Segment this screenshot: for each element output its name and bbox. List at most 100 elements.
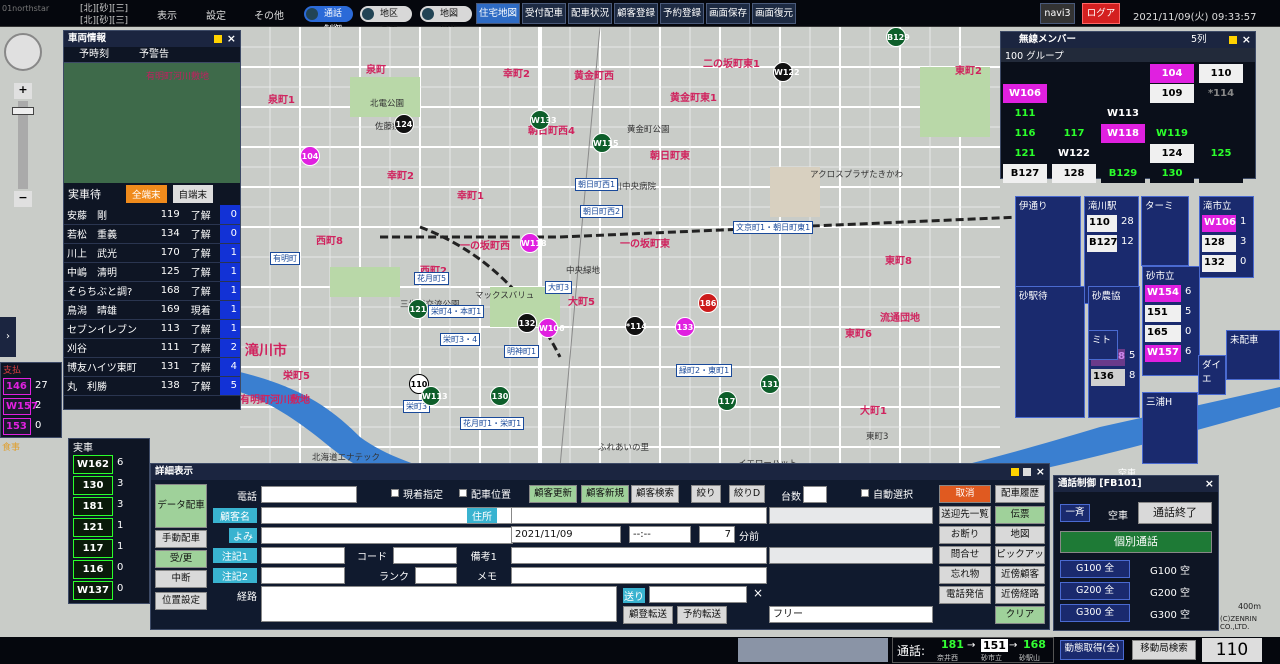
tab-own-terminal[interactable]: 自端末 xyxy=(172,185,214,203)
payment-car[interactable]: 153 xyxy=(3,418,31,435)
group-empty-button[interactable]: G300 空 xyxy=(1150,606,1190,621)
menu-view[interactable]: 表示 xyxy=(157,7,177,22)
set-position-button[interactable]: 位置設定 xyxy=(155,592,207,610)
forward-customer-button[interactable]: 顧登転送 xyxy=(623,606,673,624)
radio-member-cell[interactable] xyxy=(1052,64,1096,83)
menu-settings[interactable]: 設定 xyxy=(206,7,226,22)
zone-takikawa-station-title[interactable]: 滝川駅 xyxy=(1085,197,1138,213)
extra-field-2[interactable] xyxy=(769,547,933,564)
payment-car[interactable]: 146 xyxy=(3,378,31,395)
zone-car[interactable]: 165 xyxy=(1145,325,1181,342)
vehicle-marker[interactable]: 104 xyxy=(300,146,320,166)
close-icon[interactable]: × xyxy=(1036,464,1045,480)
vehicle-marker[interactable]: W115 xyxy=(592,133,619,153)
toggle-call-control[interactable]: 通話制御 xyxy=(304,6,353,35)
code-field[interactable] xyxy=(393,547,457,564)
vehicle-marker[interactable]: B129 xyxy=(886,27,910,47)
extra-field-1[interactable] xyxy=(769,507,933,524)
table-row[interactable]: 若松 重義 134 了解 0 xyxy=(64,224,240,244)
detail-side-button[interactable]: 近傍顧客 xyxy=(995,566,1045,584)
zone-car[interactable]: B127 xyxy=(1087,235,1118,252)
present-checkbox[interactable] xyxy=(391,489,399,497)
manual-dispatch-button[interactable]: 手動配車 xyxy=(155,530,207,548)
narrow-d-button[interactable]: 絞りD xyxy=(729,485,765,503)
radio-member-cell[interactable]: 116 xyxy=(1003,124,1047,143)
detail-side-button[interactable]: 地図 xyxy=(995,526,1045,544)
zone-car[interactable]: 151 xyxy=(1145,305,1181,322)
radio-member-cell[interactable] xyxy=(1199,104,1243,123)
zone-sunagawa-hospital-title[interactable]: 砂市立 xyxy=(1143,267,1199,283)
radio-member-cell[interactable]: 109 xyxy=(1150,84,1194,103)
vehicle-marker[interactable]: *114 xyxy=(625,316,647,336)
radio-member-cell[interactable]: W106 xyxy=(1003,84,1047,103)
real-car[interactable]: 181 xyxy=(73,497,113,516)
radio-member-cell[interactable]: 104 xyxy=(1150,64,1194,83)
zone-car[interactable]: W154 xyxy=(1145,285,1181,302)
cancel-button[interactable]: 取消 xyxy=(939,485,991,503)
vehicle-marker[interactable]: 132 xyxy=(517,313,537,333)
vehicle-marker[interactable]: 133 xyxy=(675,317,695,337)
group-all-button[interactable]: G100 全 xyxy=(1060,560,1130,578)
send-field[interactable] xyxy=(649,586,747,603)
real-car[interactable]: W162 xyxy=(73,455,113,474)
map-compass[interactable] xyxy=(4,33,42,71)
zone-city-hospital-title[interactable]: 滝市立 xyxy=(1200,197,1253,213)
radio-member-cell[interactable]: W122 xyxy=(1052,144,1096,163)
btn-customer-register[interactable]: 顧客登録 xyxy=(614,3,658,24)
detail-side-button[interactable]: 送迎先一覧 xyxy=(939,506,991,524)
table-row[interactable]: 川上 武光 170 了解 1 xyxy=(64,243,240,263)
radio-member-cell[interactable]: 121 xyxy=(1003,144,1047,163)
radio-member-cell[interactable]: 128 xyxy=(1052,164,1096,183)
vehicle-marker[interactable]: W133 xyxy=(530,110,557,130)
btn-reception[interactable]: 受付配車 xyxy=(522,3,566,24)
radio-member-cell[interactable] xyxy=(1199,124,1243,143)
pin-icon[interactable] xyxy=(1011,468,1019,476)
receive-update-button[interactable]: 受/更 xyxy=(155,550,207,568)
toggle-area-screen[interactable]: 地区画面 xyxy=(360,6,412,35)
radio-member-cell[interactable] xyxy=(1052,84,1096,103)
radio-member-cell[interactable]: *114 xyxy=(1199,84,1243,103)
phone-field[interactable] xyxy=(261,486,357,503)
zone-ino-dori-title[interactable]: 伊通り xyxy=(1016,197,1080,213)
auto-select-checkbox[interactable] xyxy=(861,489,869,497)
group-empty-button[interactable]: G100 空 xyxy=(1150,562,1190,577)
table-row[interactable]: そらちぶと調? 168 了解 1 xyxy=(64,281,240,301)
mobile-search-button[interactable]: 移動局検索 xyxy=(1132,640,1196,660)
route-field[interactable] xyxy=(261,586,617,622)
payment-car[interactable]: W157 xyxy=(3,398,38,415)
radio-member-cell[interactable]: 110 xyxy=(1199,64,1243,83)
real-car[interactable]: 117 xyxy=(73,539,113,558)
close-icon[interactable]: × xyxy=(1205,476,1214,492)
customer-new-button[interactable]: 顧客新規 xyxy=(581,485,629,503)
pin-icon[interactable] xyxy=(1229,36,1237,44)
table-row[interactable]: セブンイレブン 113 了解 1 xyxy=(64,319,240,339)
real-car[interactable]: W137 xyxy=(73,581,113,600)
vehicle-marker[interactable]: 124 xyxy=(394,114,414,134)
minutes-field[interactable]: 7 xyxy=(699,526,735,543)
vehicle-marker[interactable]: 121 xyxy=(408,299,428,319)
zone-car[interactable]: W106 xyxy=(1202,215,1236,232)
zone-mito-title[interactable]: ミト xyxy=(1089,331,1117,347)
detail-side-button[interactable]: クリア xyxy=(995,606,1045,624)
carpos-checkbox[interactable] xyxy=(459,489,467,497)
data-dispatch-button[interactable]: データ配車 xyxy=(155,484,207,528)
detail-side-button[interactable]: 電話発信 xyxy=(939,586,991,604)
address-field[interactable] xyxy=(511,507,767,524)
zone-car[interactable]: W157 xyxy=(1145,345,1181,362)
btn-house-map[interactable]: 住宅地図 xyxy=(476,3,520,24)
vehicle-marker[interactable]: W118 xyxy=(520,233,547,253)
radio-member-cell[interactable] xyxy=(1101,64,1145,83)
radio-member-cell[interactable] xyxy=(1003,64,1047,83)
radio-member-cell[interactable] xyxy=(1052,104,1096,123)
radio-member-cell[interactable] xyxy=(1101,144,1145,163)
end-call-button[interactable]: 通話終了 xyxy=(1138,502,1212,524)
customer-update-button[interactable]: 顧客更新 xyxy=(529,485,577,503)
radio-member-cell[interactable]: 130 xyxy=(1150,164,1194,183)
radio-member-cell[interactable]: B127 xyxy=(1003,164,1047,183)
zoom-in-icon[interactable]: + xyxy=(14,83,32,99)
vehicle-marker[interactable]: 131 xyxy=(760,374,780,394)
clear-send-icon[interactable]: × xyxy=(753,586,763,600)
detail-side-button[interactable]: 問合せ xyxy=(939,546,991,564)
detail-side-button[interactable]: ピックアップ xyxy=(995,546,1045,576)
group-empty-button[interactable]: G200 空 xyxy=(1150,584,1190,599)
